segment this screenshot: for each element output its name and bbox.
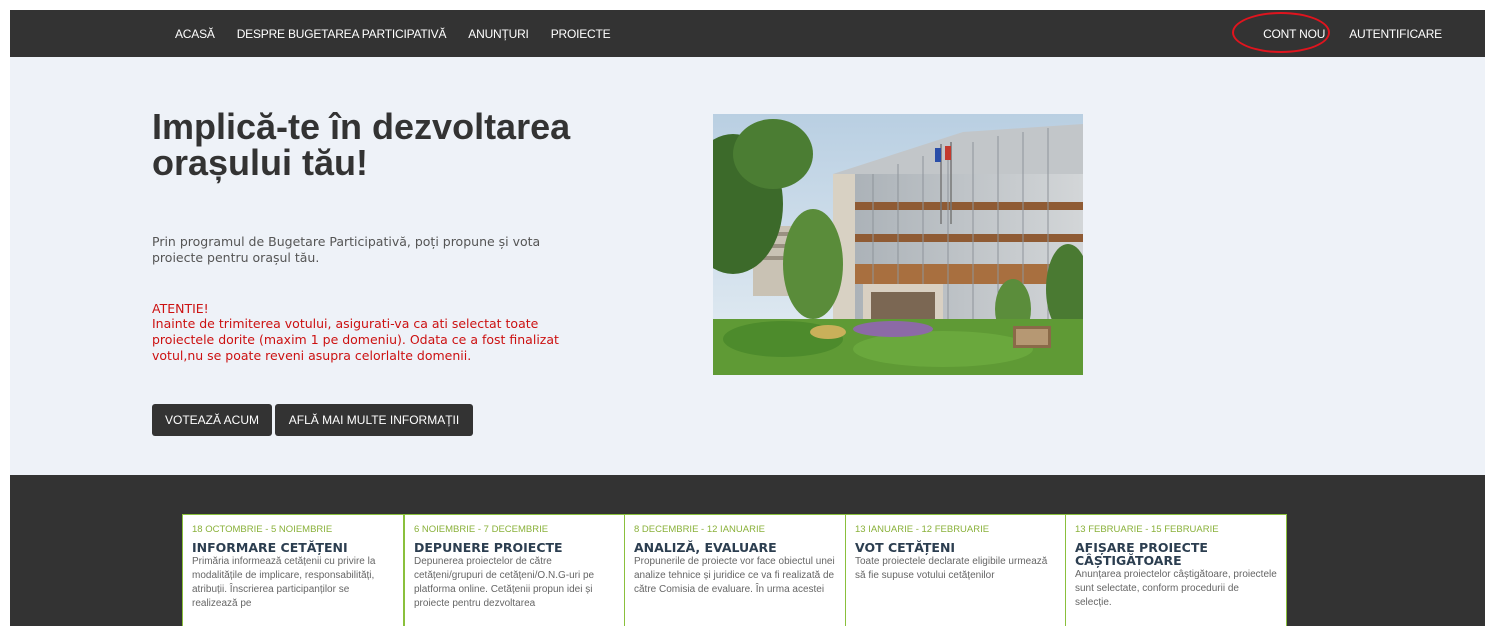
top-navbar: ACASĂ DESPRE BUGETAREA PARTICIPATIVĂ ANU… bbox=[10, 10, 1485, 57]
timeline-card: 6 NOIEMBRIE - 7 DECEMBRIE DEPUNERE PROIE… bbox=[404, 514, 626, 626]
nav-link-despre[interactable]: DESPRE BUGETAREA PARTICIPATIVĂ bbox=[237, 27, 447, 41]
card-text: Toate proiectele declarate eligibile urm… bbox=[855, 556, 1048, 581]
timeline-card: 13 IANUARIE - 12 FEBRUARIE VOT CETĂȚENI … bbox=[845, 514, 1067, 626]
warning-text: Inainte de trimiterea votului, asigurati… bbox=[152, 316, 559, 363]
timeline-card: 18 OCTOMBRIE - 5 NOIEMBRIE INFORMARE CET… bbox=[182, 514, 404, 626]
city-hall-photo bbox=[713, 114, 1083, 375]
nav-link-proiecte[interactable]: PROIECTE bbox=[551, 27, 611, 41]
timeline-section: 18 OCTOMBRIE - 5 NOIEMBRIE INFORMARE CET… bbox=[10, 475, 1485, 626]
card-title: ANALIZĂ, EVALUARE bbox=[634, 540, 777, 555]
hero-section: Implică-te în dezvoltarea orașului tău! … bbox=[10, 57, 1485, 475]
nav-link-anunturi[interactable]: ANUNȚURI bbox=[468, 27, 529, 41]
nav-account-links: CONT NOU AUTENTIFICARE bbox=[1263, 10, 1442, 57]
more-info-button[interactable]: AFLĂ MAI MULTE INFORMAȚII bbox=[275, 404, 473, 436]
hero-title: Implică-te în dezvoltarea orașului tău! bbox=[152, 106, 571, 183]
card-text: Primăria informează cetățenii cu privire… bbox=[192, 556, 376, 609]
nav-link-cont-nou[interactable]: CONT NOU bbox=[1263, 27, 1325, 41]
card-date: 6 NOIEMBRIE - 7 DECEMBRIE bbox=[414, 524, 549, 535]
vote-now-button[interactable]: VOTEAZĂ ACUM bbox=[152, 404, 272, 436]
card-title: INFORMARE CETĂȚENI bbox=[192, 540, 348, 555]
timeline-card: 8 DECEMBRIE - 12 IANUARIE ANALIZĂ, EVALU… bbox=[624, 514, 846, 626]
nav-main-links: ACASĂ DESPRE BUGETAREA PARTICIPATIVĂ ANU… bbox=[175, 10, 611, 57]
hero-description: Prin programul de Bugetare Participativă… bbox=[152, 234, 541, 265]
card-text: Anunțarea proiectelor câștigătoare, proi… bbox=[1075, 569, 1277, 608]
card-title: DEPUNERE PROIECTE bbox=[414, 540, 563, 555]
timeline-card: 13 FEBRUARIE - 15 FEBRUARIE AFIȘARE PROI… bbox=[1065, 514, 1287, 626]
nav-link-acasa[interactable]: ACASĂ bbox=[175, 27, 215, 41]
warning-title: ATENTIE! bbox=[152, 301, 209, 316]
nav-link-autentificare[interactable]: AUTENTIFICARE bbox=[1349, 27, 1442, 41]
card-text: Depunerea proiectelor de către cetățeni/… bbox=[414, 556, 595, 609]
card-date: 8 DECEMBRIE - 12 IANUARIE bbox=[634, 524, 765, 535]
card-date: 13 FEBRUARIE - 15 FEBRUARIE bbox=[1075, 524, 1219, 535]
card-date: 13 IANUARIE - 12 FEBRUARIE bbox=[855, 524, 990, 535]
card-title: AFIȘARE PROIECTE CÂȘTIGĂTOARE bbox=[1075, 540, 1208, 568]
card-title: VOT CETĂȚENI bbox=[855, 540, 956, 555]
card-text: Propunerile de proiecte vor face obiectu… bbox=[634, 556, 835, 595]
card-date: 18 OCTOMBRIE - 5 NOIEMBRIE bbox=[192, 524, 333, 535]
